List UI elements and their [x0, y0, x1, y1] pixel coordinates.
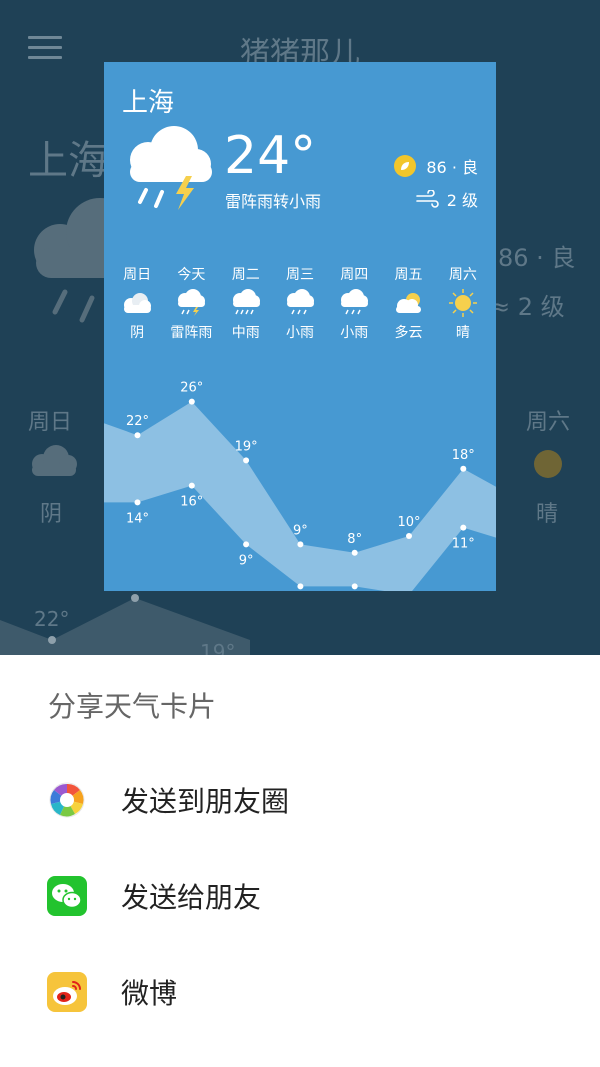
background-cond-right: 晴 — [536, 502, 559, 527]
high-point — [406, 533, 412, 539]
share-item-label: 发送给朋友 — [121, 881, 262, 914]
day-condition: 阴 — [130, 325, 145, 341]
moderate-rain-icon — [232, 289, 260, 315]
forecast-day: 周三 小雨 — [273, 264, 327, 342]
day-name: 周三 — [285, 267, 314, 283]
leaf-icon — [394, 155, 417, 177]
low-point — [134, 499, 141, 506]
forecast-day: 周六 晴 — [436, 264, 490, 342]
low-label: 16° — [180, 495, 203, 510]
sunny-icon — [534, 450, 562, 478]
background-chart — [0, 594, 250, 655]
low-label: 11° — [452, 537, 475, 552]
temperature-band — [104, 401, 496, 591]
light-rain-icon — [286, 289, 314, 315]
thunderstorm-icon — [178, 289, 206, 316]
share-to-friend-button[interactable]: 发送给朋友 — [0, 848, 600, 944]
aqi-indicator: 86 · 良 — [394, 154, 478, 178]
thunderstorm-icon — [130, 126, 212, 210]
wind-icon — [415, 190, 439, 208]
background-day-right: 周六 — [526, 410, 571, 435]
overcast-icon — [32, 445, 77, 476]
day-condition: 雷阵雨 — [170, 325, 213, 341]
card-city: 上海 — [122, 88, 175, 118]
high-label: 18° — [452, 448, 475, 463]
high-label: 10° — [397, 515, 420, 530]
moments-icon — [49, 782, 85, 818]
high-point — [460, 465, 467, 472]
high-point — [297, 541, 304, 548]
day-condition: 小雨 — [340, 325, 369, 341]
day-condition: 中雨 — [231, 325, 260, 341]
share-to-weibo-button[interactable]: 微博 — [0, 944, 600, 1040]
high-point — [243, 457, 250, 464]
day-condition: 晴 — [455, 325, 470, 341]
day-name: 周日 — [123, 267, 152, 283]
low-label: 9° — [239, 553, 254, 568]
background-wind: ≈ 2 级 — [490, 287, 565, 322]
forecast-day: 周日 阴 — [110, 264, 164, 342]
day-condition: 小雨 — [285, 325, 314, 341]
wechat-icon — [47, 876, 87, 916]
day-name: 周四 — [340, 267, 369, 283]
background-wind-text: 2 级 — [517, 293, 565, 321]
background-cond-left: 阴 — [40, 502, 63, 527]
current-condition: 雷阵雨转小雨 — [225, 192, 322, 211]
overcast-icon — [124, 293, 152, 313]
light-rain-icon — [341, 289, 369, 315]
temperature-chart: 22°26°19°9°8°10°18°14°16°9°4°4°3°11° — [104, 381, 496, 591]
partly-cloudy-icon — [395, 293, 421, 313]
high-point — [351, 549, 358, 556]
day-name: 周五 — [394, 267, 423, 283]
weibo-icon — [47, 972, 87, 1012]
high-point — [188, 398, 195, 405]
day-condition: 多云 — [394, 325, 423, 341]
aqi-value: 86 · 良 — [426, 158, 478, 177]
high-label: 19° — [235, 439, 258, 454]
background-temp-22: 22° — [34, 607, 70, 631]
share-item-label: 发送到朋友圈 — [121, 785, 290, 818]
share-item-label: 微博 — [121, 977, 178, 1010]
share-sheet-title: 分享天气卡片 — [48, 690, 217, 723]
low-point — [460, 524, 467, 531]
forecast-day: 周四 小雨 — [327, 264, 381, 342]
high-point — [134, 432, 141, 439]
low-label: 14° — [126, 511, 149, 526]
background-city: 上海 — [28, 138, 108, 184]
low-point — [243, 541, 250, 548]
wind-indicator: 2 级 — [415, 187, 478, 211]
forecast-days: 周日 阴 今天 雷阵雨 周二 中雨 周三 小雨 周四 小雨 周五 多云 周六 晴 — [110, 264, 490, 342]
forecast-day: 周五 多云 — [381, 264, 435, 342]
low-point — [351, 583, 358, 590]
high-label: 26° — [180, 381, 203, 396]
forecast-day: 周二 中雨 — [219, 264, 273, 342]
day-name: 周六 — [448, 267, 477, 283]
forecast-day: 今天 雷阵雨 — [164, 264, 218, 342]
current-temperature: 24° — [224, 126, 317, 186]
weather-card: 上海 24° 雷阵雨转小雨 86 · 良 2 级 周日 阴 今天 雷阵雨 周二 … — [104, 62, 496, 591]
share-sheet: 分享天气卡片 发送到朋友圈 发送给朋友 微博 — [0, 655, 600, 1067]
wind-value: 2 级 — [446, 191, 478, 210]
sunny-icon — [448, 289, 477, 317]
background-aqi: 86 · 良 — [498, 244, 576, 272]
day-name: 今天 — [177, 267, 206, 283]
background-day-left: 周日 — [28, 410, 73, 435]
high-label: 9° — [293, 523, 308, 538]
share-to-moments-button[interactable]: 发送到朋友圈 — [0, 752, 600, 848]
day-name: 周二 — [231, 267, 260, 283]
background-temp-19: 19° — [200, 640, 236, 655]
low-point — [188, 482, 195, 489]
high-label: 8° — [347, 532, 362, 547]
low-point — [297, 583, 304, 590]
high-label: 22° — [126, 414, 149, 429]
